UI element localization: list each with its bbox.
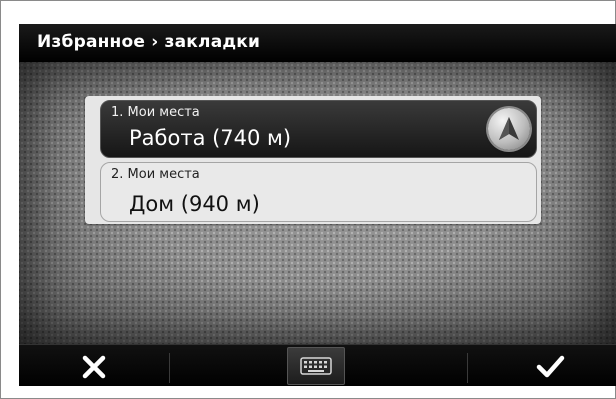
title-bar: Избранное › закладки [19,24,616,62]
cancel-button[interactable] [59,347,129,385]
device-frame: Избранное › закладки 1. Мои места Работа… [0,0,616,399]
favorite-item-home[interactable]: 2. Мои места Дом (940 м) [100,162,537,222]
confirm-button[interactable] [515,347,585,385]
checkmark-icon [536,355,565,378]
navigation-arrow-icon [499,117,519,140]
favorite-item-work[interactable]: 1. Мои места Работа (740 м) [100,100,537,158]
bottom-toolbar [19,344,616,386]
navigate-button[interactable] [488,108,530,150]
favorite-item-name: Дом (940 м) [129,192,260,216]
favorite-item-category: 1. Мои места [111,105,200,120]
favorites-list: 1. Мои места Работа (740 м) 2. Мои места… [85,96,541,224]
favorite-item-name: Работа (740 м) [129,126,292,150]
keyboard-icon [300,357,332,375]
favorites-content-area: 1. Мои места Работа (740 м) 2. Мои места… [19,62,616,344]
toolbar-divider [169,353,170,383]
navigator-screen: Избранное › закладки 1. Мои места Работа… [19,24,616,386]
close-icon [82,355,106,379]
favorite-item-category: 2. Мои места [111,167,200,182]
keyboard-button[interactable] [287,347,345,385]
toolbar-divider [467,353,468,383]
page-title: Избранное › закладки [37,32,261,52]
